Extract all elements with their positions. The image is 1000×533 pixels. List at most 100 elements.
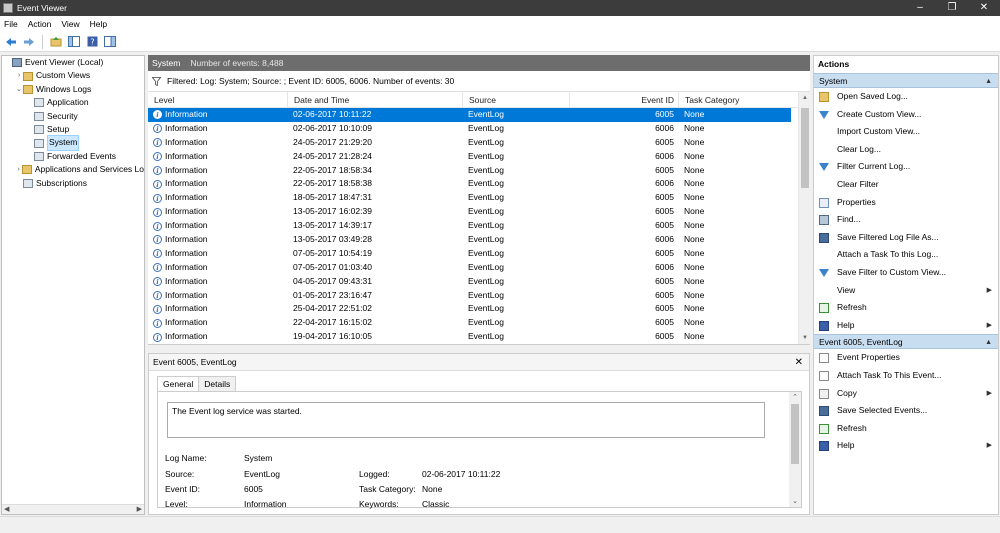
event-row[interactable]: i Information 07-05-2017 01:03:40 EventLog 6… <box>148 261 810 275</box>
tree-item[interactable]: Subscriptions <box>2 177 144 190</box>
action-item[interactable]: Properties <box>814 194 998 212</box>
action-item[interactable]: Attach a Task To this Log... <box>814 246 998 264</box>
action-item[interactable]: Filter Current Log... <box>814 158 998 176</box>
detail-vertical-scrollbar[interactable]: ⌃ ⌄ <box>789 392 801 507</box>
event-row[interactable]: i Information 19-04-2017 16:10:05 EventLog 6… <box>148 330 810 344</box>
event-count: Number of events: 8,488 <box>190 58 284 68</box>
action-item[interactable]: Save Filtered Log File As... <box>814 229 998 247</box>
column-header-level[interactable]: Level <box>148 92 287 107</box>
column-header-event-id[interactable]: Event ID <box>569 92 678 107</box>
show-hide-action-pane-icon[interactable] <box>103 35 117 49</box>
event-row[interactable]: i Information 13-05-2017 14:39:17 EventLog 6… <box>148 219 810 233</box>
action-item[interactable]: Clear Filter <box>814 176 998 194</box>
action-label: Save Selected Events... <box>837 405 928 416</box>
event-row[interactable]: i Information 13-05-2017 03:49:28 EventLog 6… <box>148 233 810 247</box>
collapse-arrow-icon[interactable]: ▲ <box>985 74 992 89</box>
event-row[interactable]: i Information 04-05-2017 09:43:31 EventLog 6… <box>148 275 810 289</box>
event-row[interactable]: i Information 01-05-2017 23:16:47 EventLog 6… <box>148 289 810 303</box>
action-item[interactable]: Help ▶ <box>814 317 998 335</box>
tree-item[interactable]: › Custom Views <box>2 69 144 82</box>
cell-source: EventLog <box>468 234 504 245</box>
event-row[interactable]: i Information 18-05-2017 18:47:31 EventLog 6… <box>148 191 810 205</box>
chevron-right-icon[interactable]: › <box>15 69 23 82</box>
cell-task-category: None <box>684 206 705 217</box>
tree-item[interactable]: System <box>2 135 144 151</box>
menu-help[interactable]: Help <box>90 19 107 29</box>
chevron-right-icon[interactable]: › <box>15 163 22 176</box>
scroll-down-icon[interactable]: ⌄ <box>789 497 801 505</box>
action-item[interactable]: Create Custom View... <box>814 106 998 124</box>
tree-horizontal-scrollbar[interactable]: ◀ ▶ <box>2 504 144 514</box>
scroll-right-icon[interactable]: ▶ <box>137 505 142 514</box>
collapse-arrow-icon[interactable]: ▲ <box>985 335 992 350</box>
column-header-date-time[interactable]: Date and Time <box>287 92 462 107</box>
column-header-source[interactable]: Source <box>462 92 569 107</box>
maximize-button[interactable]: ❐ <box>936 0 968 16</box>
event-row[interactable]: i Information 24-05-2017 21:29:20 EventLog 6… <box>148 136 810 150</box>
action-item[interactable]: Clear Log... <box>814 141 998 159</box>
log-icon <box>34 125 44 135</box>
back-arrow-icon[interactable] <box>4 35 18 49</box>
action-item[interactable]: Refresh <box>814 420 998 438</box>
event-row[interactable]: i Information 24-05-2017 21:28:24 EventLog 6… <box>148 150 810 164</box>
tree-item[interactable]: Application <box>2 96 144 109</box>
action-item[interactable]: Help ▶ <box>814 437 998 455</box>
tab-general[interactable]: General <box>157 376 200 392</box>
action-item[interactable]: Refresh <box>814 299 998 317</box>
event-row[interactable]: i Information 07-05-2017 10:54:19 EventLog 6… <box>148 247 810 261</box>
actions-section-system[interactable]: System ▲ <box>814 73 998 88</box>
action-item[interactable]: Save Filter to Custom View... <box>814 264 998 282</box>
chevron-down-icon[interactable]: ⌄ <box>15 83 23 96</box>
attach-task-icon <box>819 370 829 381</box>
scrollbar-thumb[interactable] <box>801 108 809 188</box>
close-icon[interactable]: ✕ <box>795 354 803 371</box>
tree-item[interactable]: › Applications and Services Lo <box>2 163 144 176</box>
event-row[interactable]: i Information 25-04-2017 22:51:02 EventLog 6… <box>148 302 810 316</box>
scroll-down-icon[interactable]: ▼ <box>799 335 810 341</box>
action-item[interactable]: Copy ▶ <box>814 385 998 403</box>
action-item[interactable]: Find... <box>814 211 998 229</box>
up-folder-icon[interactable] <box>49 35 63 49</box>
action-item[interactable]: View ▶ <box>814 282 998 300</box>
tree-item[interactable]: Setup <box>2 123 144 136</box>
column-header-task-category[interactable]: Task Category <box>678 92 778 107</box>
event-row[interactable]: i Information 02-06-2017 10:10:09 EventLog 6… <box>148 122 810 136</box>
find-icon <box>819 215 829 226</box>
scroll-left-icon[interactable]: ◀ <box>4 505 9 514</box>
event-row[interactable]: i Information 22-04-2017 16:15:02 EventLog 6… <box>148 316 810 330</box>
grid-vertical-scrollbar[interactable]: ▲ ▼ <box>798 92 810 344</box>
scroll-up-icon[interactable]: ▲ <box>799 95 810 101</box>
event-row[interactable]: i Information 22-05-2017 18:58:34 EventLog 6… <box>148 164 810 178</box>
action-item[interactable]: Attach Task To This Event... <box>814 367 998 385</box>
information-icon: i <box>153 277 162 287</box>
tree-item[interactable]: ⌄ Windows Logs <box>2 83 144 96</box>
scroll-up-icon[interactable]: ⌃ <box>789 393 801 401</box>
show-hide-tree-icon[interactable] <box>67 35 81 49</box>
event-row[interactable]: i Information 02-06-2017 10:11:22 EventLog 6… <box>148 108 791 122</box>
minimize-button[interactable]: – <box>904 0 936 16</box>
tree-item[interactable]: Security <box>2 110 144 123</box>
menu-file[interactable]: File <box>4 19 18 29</box>
close-button[interactable]: ✕ <box>968 0 1000 16</box>
action-item[interactable]: Import Custom View... <box>814 123 998 141</box>
action-item[interactable]: Save Selected Events... <box>814 402 998 420</box>
event-message[interactable]: The Event log service was started. <box>167 402 765 438</box>
event-row[interactable]: i Information 13-05-2017 16:02:39 EventLog 6… <box>148 205 810 219</box>
help-icon[interactable]: ? <box>85 35 99 49</box>
menu-view[interactable]: View <box>61 19 79 29</box>
action-item[interactable]: Event Properties <box>814 349 998 367</box>
tree-item[interactable]: Forwarded Events <box>2 150 144 163</box>
event-row[interactable]: i Information 22-05-2017 18:58:38 EventLog 6… <box>148 177 810 191</box>
submenu-arrow-icon: ▶ <box>986 321 992 329</box>
tree-item[interactable]: Event Viewer (Local) <box>2 56 144 69</box>
tab-details[interactable]: Details <box>198 376 237 392</box>
cell-task-category: None <box>684 150 705 161</box>
menu-action[interactable]: Action <box>28 19 52 29</box>
scrollbar-thumb[interactable] <box>791 404 799 464</box>
actions-section-event[interactable]: Event 6005, EventLog ▲ <box>814 334 998 350</box>
cell-level: i Information <box>148 316 287 330</box>
information-icon: i <box>153 221 162 231</box>
copy-icon <box>819 388 829 399</box>
forward-arrow-icon[interactable] <box>22 35 36 49</box>
action-item[interactable]: Open Saved Log... <box>814 88 998 106</box>
